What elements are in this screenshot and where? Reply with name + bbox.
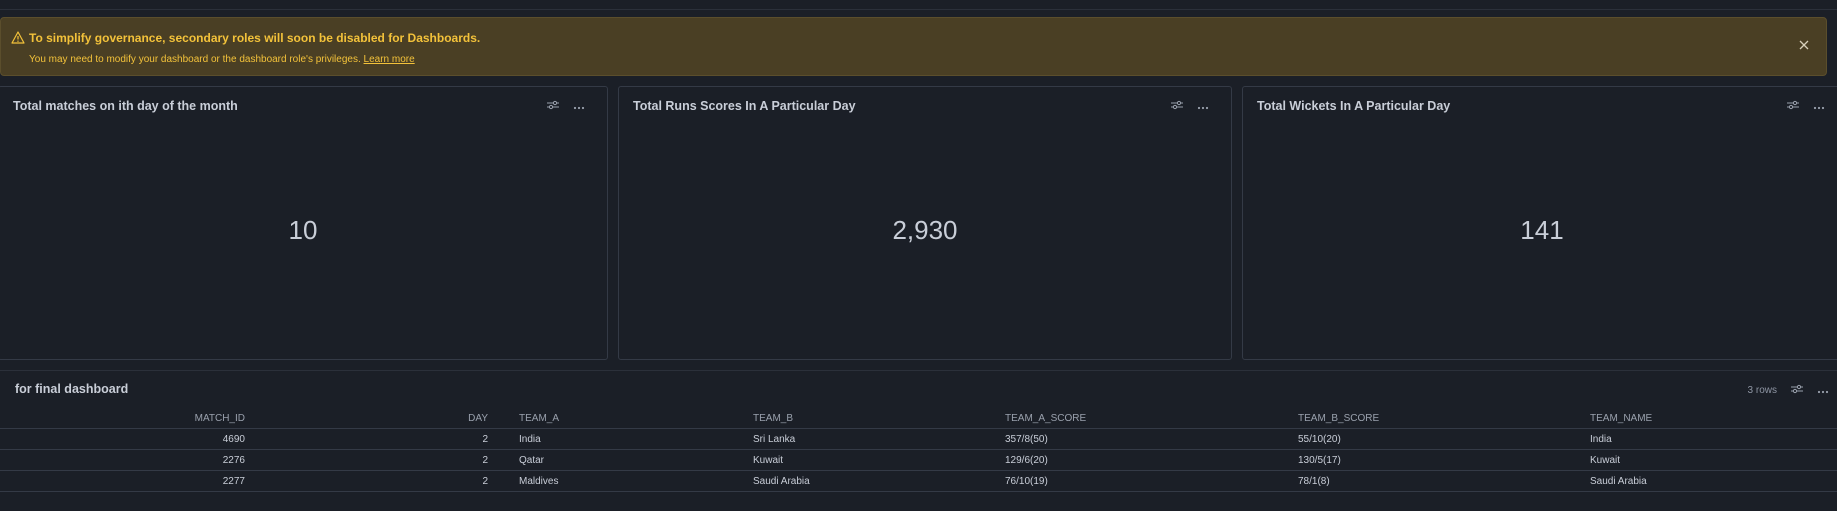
table-row[interactable]: 2277 2 Maldives Saudi Arabia 76/10(19) 7…	[0, 471, 1837, 492]
tile-title: Total Runs Scores In A Particular Day	[633, 99, 856, 113]
column-header-team-a[interactable]: TEAM_A	[519, 408, 559, 429]
banner-title: To simplify governance, secondary roles …	[29, 31, 481, 45]
cell-team-a: India	[519, 434, 541, 445]
cell-day: 2	[482, 476, 488, 487]
tile-filter-button[interactable]	[545, 98, 561, 114]
cell-team-b-score: 130/5(17)	[1298, 455, 1341, 466]
cell-team-name: Saudi Arabia	[1590, 476, 1647, 487]
cell-team-b-score: 78/1(8)	[1298, 476, 1330, 487]
cell-team-a-score: 129/6(20)	[1005, 455, 1048, 466]
top-divider	[0, 9, 1837, 10]
sliders-icon	[547, 97, 559, 115]
cell-team-name: Kuwait	[1590, 455, 1621, 466]
column-header-team-a-score[interactable]: TEAM_A_SCORE	[1005, 408, 1086, 429]
table-filter-button[interactable]	[1789, 382, 1805, 398]
section-divider	[0, 370, 1837, 371]
tile-filter-button[interactable]	[1785, 98, 1801, 114]
cell-team-a: Maldives	[519, 476, 559, 487]
table-title: for final dashboard	[15, 382, 129, 396]
table-more-button[interactable]	[1815, 382, 1831, 398]
tile-value: 141	[1520, 215, 1564, 245]
warning-triangle-icon	[11, 31, 25, 44]
column-header-team-b-score[interactable]: TEAM_B_SCORE	[1298, 408, 1379, 429]
governance-warning-banner: To simplify governance, secondary roles …	[0, 17, 1827, 76]
more-horizontal-icon	[1197, 97, 1209, 115]
learn-more-link[interactable]: Learn more	[364, 54, 415, 65]
cell-team-a-score: 357/8(50)	[1005, 434, 1048, 445]
tile-value: 10	[288, 215, 318, 245]
tile-total-matches: Total matches on ith day of the month 10	[0, 86, 608, 360]
column-header-team-b[interactable]: TEAM_B	[753, 408, 793, 429]
more-horizontal-icon	[573, 97, 585, 115]
cell-team-b: Kuwait	[753, 455, 784, 466]
close-icon	[1799, 37, 1809, 55]
tile-total-wickets: Total Wickets In A Particular Day 141	[1242, 86, 1837, 360]
tile-more-button[interactable]	[1195, 98, 1211, 114]
more-horizontal-icon	[1813, 97, 1825, 115]
row-count: 3 rows	[1747, 384, 1777, 396]
table-row[interactable]: 2276 2 Qatar Kuwait 129/6(20) 130/5(17) …	[0, 450, 1837, 471]
tile-more-button[interactable]	[1811, 98, 1827, 114]
cell-day: 2	[482, 455, 488, 466]
cell-team-b: Saudi Arabia	[753, 476, 810, 487]
tile-value: 2,930	[892, 215, 958, 245]
sliders-icon	[1791, 381, 1803, 399]
cell-day: 2	[482, 434, 488, 445]
column-header-day[interactable]: DAY	[0, 408, 488, 429]
tile-total-runs: Total Runs Scores In A Particular Day 2,…	[618, 86, 1232, 360]
cell-team-b: Sri Lanka	[753, 434, 796, 445]
banner-body: You may need to modify your dashboard or…	[29, 54, 415, 65]
tile-title: Total matches on ith day of the month	[13, 99, 238, 113]
cell-team-b-score: 55/10(20)	[1298, 434, 1341, 445]
banner-message: You may need to modify your dashboard or…	[29, 54, 361, 65]
sliders-icon	[1171, 97, 1183, 115]
results-table: MATCH_ID DAY TEAM_A TEAM_B TEAM_A_SCORE …	[0, 408, 1837, 492]
tile-more-button[interactable]	[571, 98, 587, 114]
table-row[interactable]: 4690 2 India Sri Lanka 357/8(50) 55/10(2…	[0, 429, 1837, 450]
tile-title: Total Wickets In A Particular Day	[1257, 99, 1451, 113]
sliders-icon	[1787, 97, 1799, 115]
cell-team-a: Qatar	[519, 455, 545, 466]
more-horizontal-icon	[1817, 381, 1829, 399]
cell-team-name: India	[1590, 434, 1612, 445]
cell-team-a-score: 76/10(19)	[1005, 476, 1048, 487]
tile-filter-button[interactable]	[1169, 98, 1185, 114]
banner-close-button[interactable]	[1794, 36, 1814, 56]
column-header-team-name[interactable]: TEAM_NAME	[1590, 408, 1652, 429]
table-header-row: MATCH_ID DAY TEAM_A TEAM_B TEAM_A_SCORE …	[0, 408, 1837, 429]
